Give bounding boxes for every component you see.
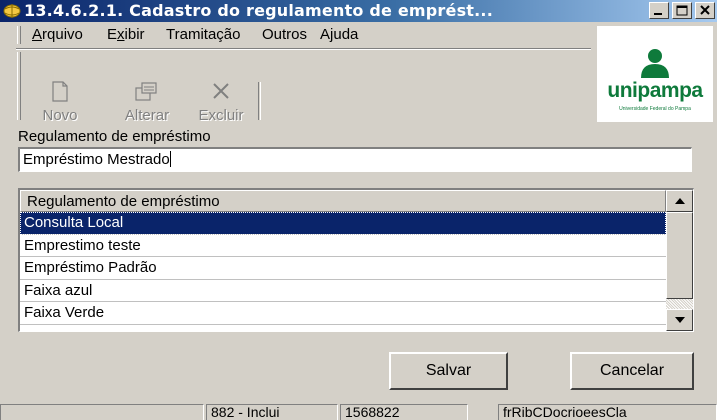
menu-arquivo-label: rquivo	[42, 26, 83, 43]
logo-subtitle: Universidade Federal do Pampa	[619, 106, 691, 112]
menu-tramitacao[interactable]: Tramitação	[166, 26, 240, 43]
list-item[interactable]: Faixa Verde	[20, 302, 666, 325]
delete-button-label: Excluir	[198, 107, 244, 124]
field-label: Regulamento de empréstimo	[18, 128, 211, 145]
edit-icon	[135, 82, 157, 101]
edit-button-label: Alterar	[124, 107, 170, 124]
minimize-icon	[654, 13, 662, 15]
cancel-button[interactable]: Cancelar	[570, 352, 694, 390]
menu-separator	[16, 48, 591, 50]
menu-arquivo[interactable]: Arquivo	[32, 26, 83, 43]
window-title: 13.4.6.2.1. Cadastro do regulamento de e…	[24, 1, 493, 20]
scroll-track[interactable]	[666, 299, 693, 309]
close-icon	[700, 5, 710, 15]
title-bar[interactable]: 13.4.6.2.1. Cadastro do regulamento de e…	[0, 0, 717, 22]
toolbar-grip	[17, 52, 21, 120]
save-button[interactable]: Salvar	[389, 352, 508, 390]
status-bar: 882 - Inclui 1568822 frRibCDocrioeesCla	[0, 404, 717, 420]
scroll-thumb[interactable]	[666, 212, 693, 299]
arrow-down-icon	[675, 317, 685, 323]
status-panel-4: frRibCDocrioeesCla	[498, 404, 717, 420]
maximize-button[interactable]	[672, 2, 692, 19]
status-panel-2: 882 - Inclui	[206, 404, 338, 420]
regulation-list[interactable]: Regulamento de empréstimo Consulta Local…	[18, 188, 694, 332]
scroll-down-button[interactable]	[666, 309, 693, 331]
text-caret	[169, 151, 171, 167]
list-rows: Consulta Local Emprestimo teste Emprésti…	[20, 212, 666, 332]
status-panel-1	[0, 404, 204, 420]
new-button-label: Novo	[42, 107, 78, 124]
new-document-icon	[52, 81, 68, 102]
menu-grip	[17, 26, 21, 44]
minimize-button[interactable]	[649, 2, 669, 19]
menu-ajuda[interactable]: Ajuda	[320, 26, 358, 43]
list-item[interactable]: Faixa azul	[20, 280, 666, 302]
list-item[interactable]: Emprestimo teste	[20, 235, 666, 257]
status-panel-3: 1568822	[340, 404, 468, 420]
delete-icon	[213, 83, 229, 99]
regulation-name-input[interactable]: Empréstimo Mestrado	[18, 147, 692, 172]
list-item[interactable]: Empréstimo Padrão	[20, 257, 666, 280]
maximize-icon	[676, 5, 688, 16]
list-item[interactable]: Consulta Local	[20, 212, 666, 235]
arrow-up-icon	[675, 198, 685, 204]
regulation-name-value: Empréstimo Mestrado	[23, 151, 170, 168]
toolbar-divider	[258, 82, 261, 120]
list-column-header[interactable]: Regulamento de empréstimo	[20, 190, 666, 212]
close-button[interactable]	[695, 2, 715, 19]
logo-mark-icon	[641, 49, 669, 78]
list-item[interactable]	[20, 325, 666, 332]
unipampa-logo: unipampa Universidade Federal do Pampa	[597, 26, 713, 122]
list-scrollbar[interactable]	[666, 190, 693, 331]
menu-exibir[interactable]: Exibir	[107, 26, 145, 43]
logo-word: unipampa	[607, 79, 703, 102]
app-icon	[3, 4, 21, 18]
scroll-up-button[interactable]	[666, 190, 693, 212]
menu-outros[interactable]: Outros	[262, 26, 307, 43]
